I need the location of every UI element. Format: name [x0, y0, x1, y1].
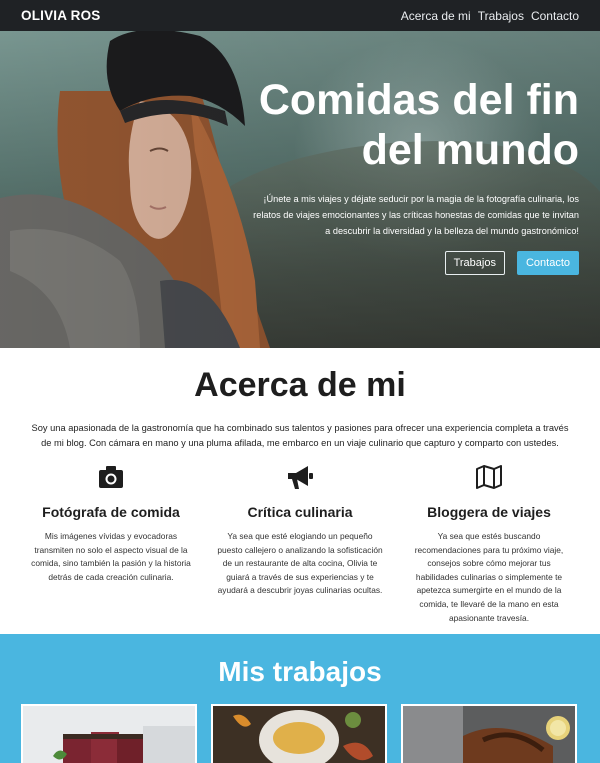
work-image-grilled-skewers [403, 706, 575, 763]
feature-title: Crítica culinaria [247, 504, 353, 520]
works-section: Mis trabajos [0, 634, 600, 763]
navbar: OLIVIA ROS Acerca de mi Trabajos Contact… [0, 0, 600, 31]
about-intro: Soy una apasionada de la gastronomía que… [31, 423, 569, 448]
nav-links: Acerca de mi Trabajos Contacto [401, 9, 579, 23]
feature-title: Fotógrafa de comida [42, 504, 180, 520]
nav-link-contact[interactable]: Contacto [531, 9, 579, 23]
feature-food-photographer: Fotógrafa de comida Mis imágenes vívidas… [21, 464, 201, 584]
works-button[interactable]: Trabajos [444, 251, 505, 275]
megaphone-icon [210, 464, 390, 490]
hero-buttons: Trabajos Contacto [444, 251, 579, 275]
brand-logo[interactable]: OLIVIA ROS [21, 8, 101, 23]
works-title: Mis trabajos [218, 656, 382, 687]
feature-text: Ya sea que esté elogiando un pequeño pue… [217, 531, 383, 596]
camera-icon [21, 464, 201, 490]
work-image-dip-platter [213, 706, 385, 763]
feature-title: Bloggera de viajes [427, 504, 551, 520]
map-icon [399, 464, 579, 490]
work-card-2[interactable] [211, 704, 387, 763]
work-image-seared-tuna [23, 706, 195, 763]
hero-title: Comidas del fin del mundo [258, 76, 579, 174]
work-card-1[interactable] [21, 704, 197, 763]
feature-food-critic: Crítica culinaria Ya sea que esté elogia… [210, 464, 390, 598]
about-title: Acerca de mi [194, 366, 406, 404]
hero-section: Comidas del fin del mundo ¡Únete a mis v… [0, 31, 600, 348]
hero-description: ¡Únete a mis viajes y déjate seducir por… [253, 194, 579, 236]
work-card-3[interactable] [401, 704, 577, 763]
feature-text: Mis imágenes vívidas y evocadoras transm… [31, 531, 191, 582]
feature-travel-blogger: Bloggera de viajes Ya sea que estés busc… [399, 464, 579, 625]
feature-text: Ya sea que estés buscando recomendacione… [414, 531, 564, 623]
nav-link-works[interactable]: Trabajos [478, 9, 524, 23]
contact-button[interactable]: Contacto [516, 251, 579, 275]
nav-link-about[interactable]: Acerca de mi [401, 9, 471, 23]
